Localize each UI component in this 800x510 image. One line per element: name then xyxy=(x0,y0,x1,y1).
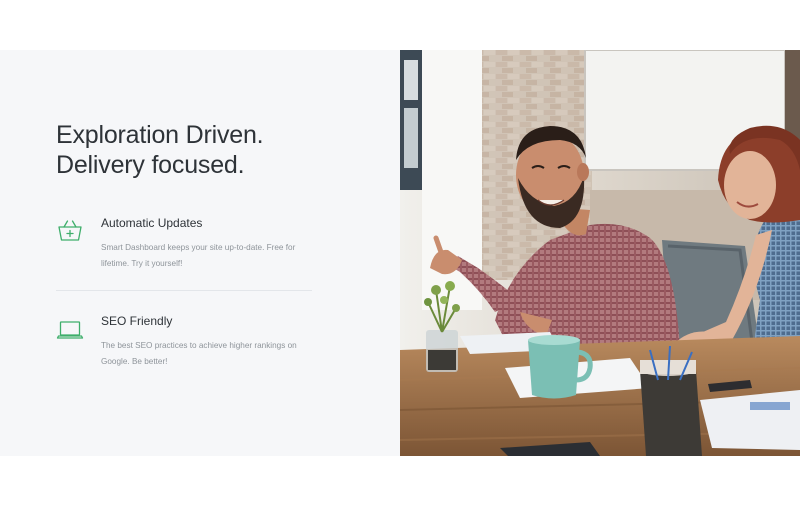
feature-description: Smart Dashboard keeps your site up-to-da… xyxy=(101,243,296,268)
basket-icon xyxy=(56,218,84,246)
page: Exploration Driven. Delivery focused. Au… xyxy=(0,0,800,510)
headline-line-1: Exploration Driven. xyxy=(56,121,264,149)
feature-title: SEO Friendly xyxy=(101,314,173,328)
team-meeting-photo xyxy=(400,50,800,456)
laptop-icon xyxy=(56,316,84,344)
feature-title: Automatic Updates xyxy=(101,216,203,230)
feature-description: The best SEO practices to achieve higher… xyxy=(101,341,297,366)
feature-section: Exploration Driven. Delivery focused. Au… xyxy=(0,50,800,456)
feature-divider xyxy=(56,290,312,291)
section-headline: Exploration Driven. Delivery focused. xyxy=(56,120,264,180)
headline-line-2: Delivery focused. xyxy=(56,151,245,179)
feature-panel: Exploration Driven. Delivery focused. Au… xyxy=(0,50,400,456)
